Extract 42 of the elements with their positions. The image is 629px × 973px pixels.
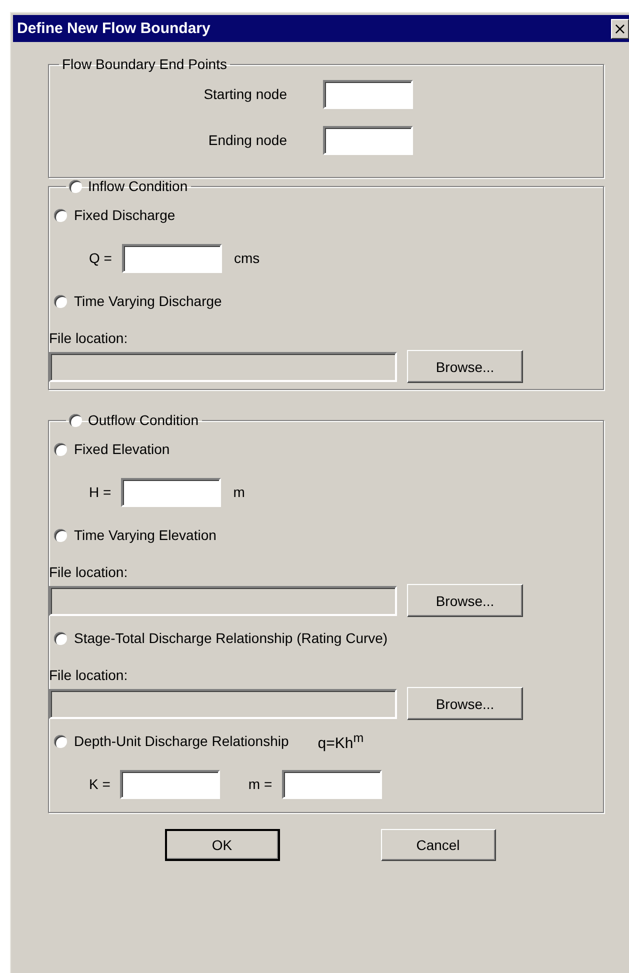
dialog-button[interactable]: OK — [164, 829, 280, 861]
input-field[interactable] — [282, 770, 382, 798]
radio-label: Time Varying Discharge — [74, 293, 222, 309]
radio-label: Depth-Unit Discharge Relationship — [74, 733, 289, 749]
field-label: File location: — [49, 667, 129, 685]
formula: q=Kh$^{m}$ — [318, 730, 364, 752]
field-label: File location: — [49, 330, 129, 348]
radio-button[interactable] — [69, 414, 82, 426]
radio-button[interactable] — [69, 180, 82, 192]
field-label: Starting node — [202, 86, 287, 102]
unit-label: m — [233, 484, 245, 500]
radio-button[interactable] — [54, 294, 67, 308]
input-field[interactable] — [121, 478, 222, 506]
group-title: Flow Boundary End Points — [62, 56, 227, 72]
input-field[interactable] — [120, 770, 220, 798]
field-label: H = — [89, 484, 112, 500]
window-title: Define New Flow Boundary — [16, 20, 210, 37]
field-label: m = — [248, 776, 272, 792]
radio-button[interactable] — [54, 632, 67, 644]
radio-label: Fixed Elevation — [74, 441, 170, 457]
radio-label: Stage-Total Discharge Relationship (Rating Curve) — [74, 630, 388, 646]
close-button[interactable]: × — [611, 18, 629, 38]
radio-label: Fixed Discharge — [74, 207, 176, 223]
radio-button[interactable] — [54, 208, 67, 222]
field-label: K = — [89, 776, 110, 792]
dialog-button[interactable]: Cancel — [380, 829, 496, 861]
input-field[interactable] — [323, 80, 413, 108]
browse-button[interactable]: Browse... — [407, 584, 523, 617]
input-field[interactable] — [122, 244, 222, 272]
radio-button[interactable] — [54, 442, 67, 456]
field-label: Q = — [89, 250, 112, 266]
browse-button[interactable]: Browse... — [407, 350, 523, 383]
field-label: Ending node — [207, 132, 287, 148]
radio-label: Outflow Condition — [88, 412, 199, 428]
radio-button[interactable] — [54, 734, 67, 748]
radio-button[interactable] — [54, 528, 67, 542]
radio-label: Inflow Condition — [88, 178, 188, 194]
unit-label: cms — [234, 250, 260, 266]
radio-label: Time Varying Elevation — [74, 527, 216, 543]
input-field[interactable] — [323, 126, 413, 154]
field-label: File location: — [49, 564, 129, 582]
browse-button[interactable]: Browse... — [407, 687, 523, 720]
